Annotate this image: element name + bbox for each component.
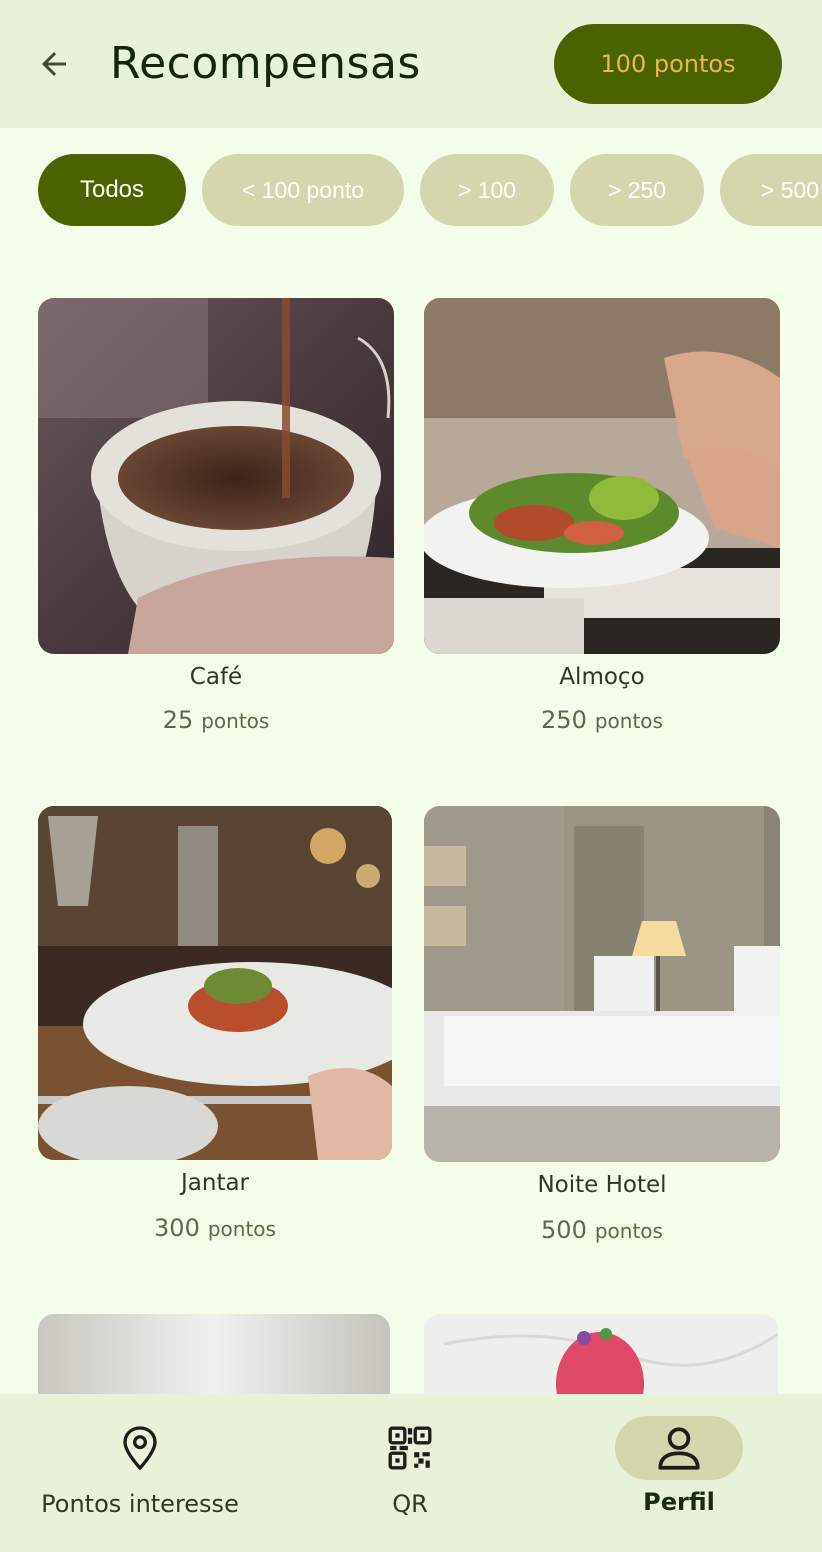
reward-name: Almoço (559, 664, 645, 690)
nav-perfil[interactable]: Perfil (594, 1394, 764, 1552)
reward-card-cafe[interactable]: Café 25 pontos (38, 298, 394, 738)
reward-card-partial-right[interactable] (424, 1314, 778, 1414)
person-icon (615, 1416, 743, 1480)
chip-under-100[interactable]: < 100 ponto (202, 154, 404, 226)
qr-code-icon (378, 1416, 442, 1480)
arrow-left-icon (42, 52, 66, 76)
reward-points: 250 pontos (424, 706, 780, 734)
chip-over-100[interactable]: > 100 (420, 154, 554, 226)
back-button[interactable] (30, 40, 78, 88)
reward-name: Jantar (180, 1170, 250, 1196)
dinner-photo (38, 806, 392, 1160)
reward-card-noite-hotel[interactable]: Noite Hotel 500 pontos (424, 806, 780, 1246)
nav-label: Pontos interesse (41, 1490, 239, 1518)
nav-pontos-interesse[interactable]: Pontos interesse (22, 1394, 258, 1552)
reward-points: 500 pontos (424, 1216, 780, 1244)
reward-points-value: 500 (541, 1216, 587, 1244)
chip-todos[interactable]: Todos (38, 154, 186, 226)
reward-points-unit: pontos (207, 1217, 276, 1241)
reward-points-unit: pontos (594, 1219, 663, 1243)
location-pin-icon (108, 1416, 172, 1480)
reward-card-almoco[interactable]: Almoço 250 pontos (424, 298, 780, 738)
reward-points: 300 pontos (38, 1214, 392, 1242)
reward-points-value: 25 (162, 706, 194, 734)
nav-qr[interactable]: QR (330, 1394, 490, 1552)
chip-over-250[interactable]: > 250 (570, 154, 704, 226)
reward-points-value: 300 (154, 1214, 200, 1242)
nav-label: Perfil (643, 1488, 715, 1516)
page-title: Recompensas (110, 38, 421, 89)
reward-card-jantar[interactable]: Jantar 300 pontos (38, 806, 392, 1246)
points-balance-badge[interactable]: 100 pontos (554, 24, 782, 104)
reward-points: 25 pontos (38, 706, 394, 734)
reward-name: Noite Hotel (537, 1172, 667, 1198)
reward-points-unit: pontos (594, 709, 663, 733)
coffee-photo (38, 298, 394, 654)
filter-chips: Todos < 100 ponto > 100 > 250 > 500 (0, 154, 822, 226)
bottom-navigation: Pontos interesse QR Perfil (0, 1394, 822, 1552)
lunch-photo (424, 298, 780, 654)
nav-label: QR (392, 1490, 428, 1518)
reward-points-value: 250 (541, 706, 587, 734)
reward-name: Café (189, 664, 243, 690)
chip-over-500[interactable]: > 500 (720, 154, 822, 226)
reward-card-partial-left[interactable] (38, 1314, 390, 1414)
reward-points-unit: pontos (201, 709, 270, 733)
hotel-photo (424, 806, 780, 1162)
top-app-bar: Recompensas 100 pontos (0, 0, 822, 128)
